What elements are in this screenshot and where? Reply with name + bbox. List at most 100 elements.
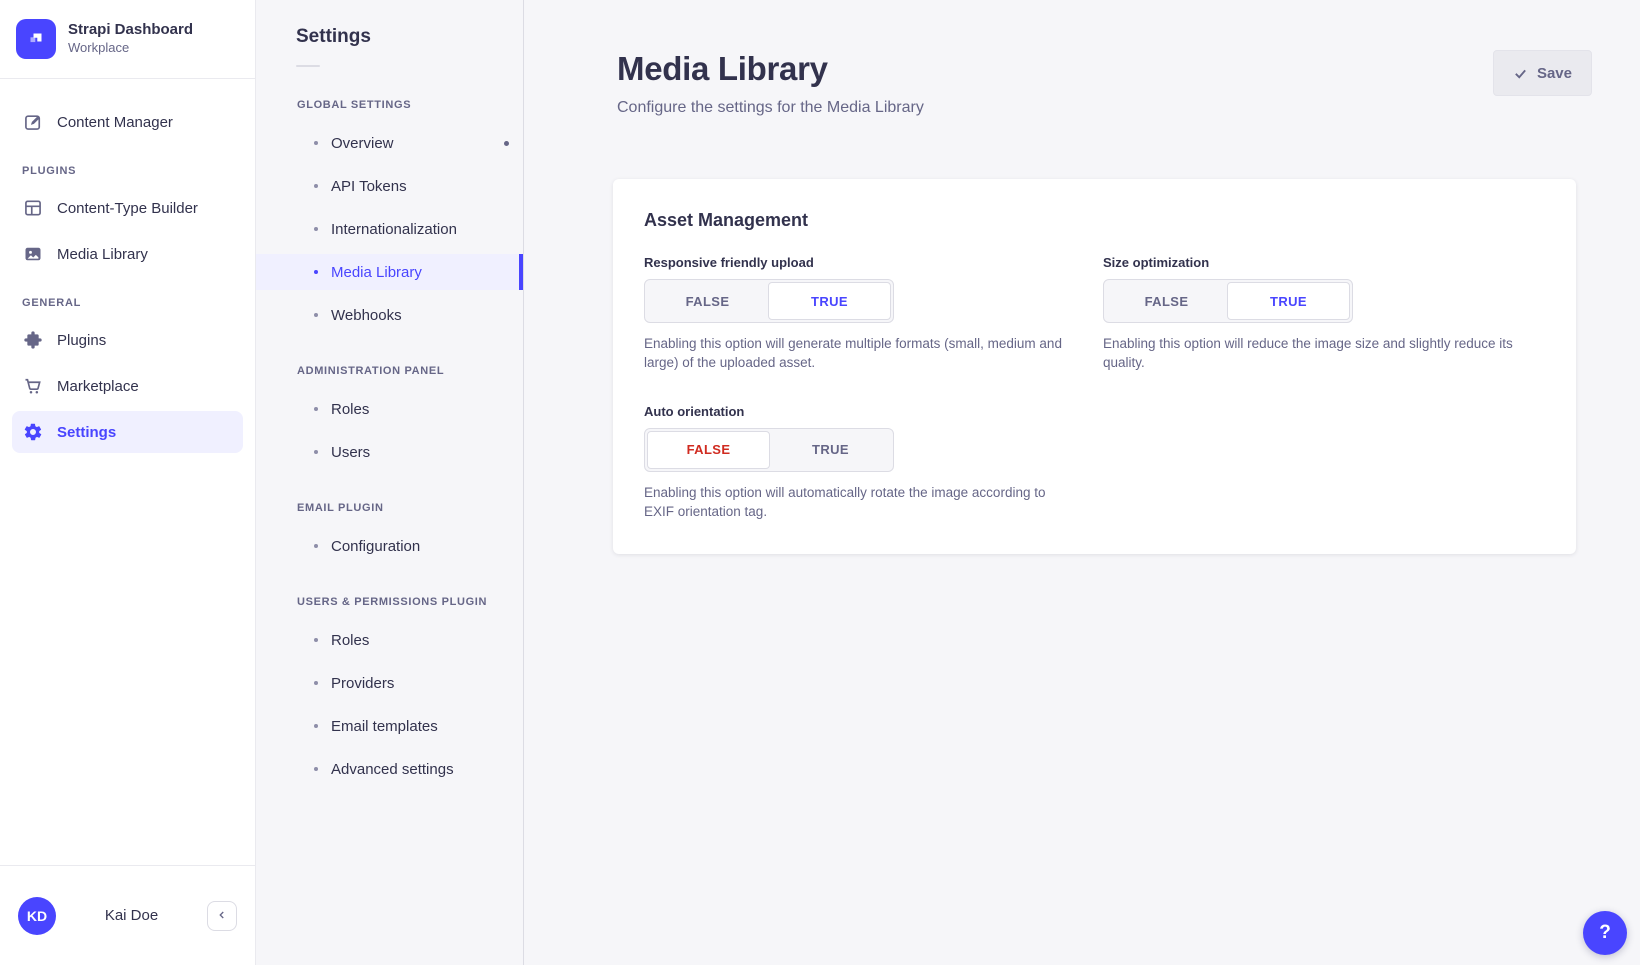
notification-dot-icon bbox=[504, 141, 509, 146]
user-area: KD Kai Doe bbox=[0, 865, 255, 965]
sidebar-item-content-type-builder[interactable]: Content-Type Builder bbox=[12, 187, 243, 229]
field-label: Size optimization bbox=[1103, 255, 1546, 270]
bullet-icon bbox=[314, 638, 318, 642]
bullet-icon bbox=[314, 227, 318, 231]
help-button-label: ? bbox=[1599, 922, 1611, 944]
sidebar-item-label: Marketplace bbox=[57, 378, 139, 395]
field-hint: Enabling this option will automatically … bbox=[644, 484, 1076, 522]
layout-icon bbox=[22, 198, 44, 218]
auto-orientation-toggle[interactable]: FALSE TRUE bbox=[644, 428, 894, 472]
pen-icon bbox=[22, 112, 44, 132]
subnav-item-label: Providers bbox=[331, 675, 394, 692]
gear-icon bbox=[22, 422, 44, 442]
page-title: Media Library bbox=[617, 50, 924, 88]
asset-management-card: Asset Management Responsive friendly upl… bbox=[613, 179, 1576, 554]
sidebar-item-label: Content Manager bbox=[57, 114, 173, 131]
subnav-section-global-settings: GLOBAL SETTINGS Overview API Tokens Inte… bbox=[256, 99, 523, 333]
bullet-icon bbox=[314, 724, 318, 728]
field-hint: Enabling this option will reduce the ima… bbox=[1103, 335, 1535, 373]
subnav-item-webhooks[interactable]: Webhooks bbox=[256, 297, 523, 333]
field-size-optimization: Size optimization FALSE TRUE Enabling th… bbox=[1103, 255, 1546, 373]
bullet-icon bbox=[314, 544, 318, 548]
field-label: Auto orientation bbox=[644, 404, 1087, 419]
brand-title: Strapi Dashboard bbox=[68, 21, 193, 40]
subnav-section-title: EMAIL PLUGIN bbox=[297, 502, 523, 514]
brand-text: Strapi Dashboard Workplace bbox=[68, 21, 193, 57]
brand-workspace: Workplace bbox=[68, 40, 193, 57]
subnav-item-overview[interactable]: Overview bbox=[256, 125, 523, 161]
subnav-item-admin-roles[interactable]: Roles bbox=[256, 391, 523, 427]
subnav-item-label: Configuration bbox=[331, 538, 420, 555]
page-header-text: Media Library Configure the settings for… bbox=[617, 50, 924, 117]
user-name: Kai Doe bbox=[56, 907, 207, 924]
responsive-friendly-upload-toggle[interactable]: FALSE TRUE bbox=[644, 279, 894, 323]
subnav-section-users-permissions: USERS & PERMISSIONS PLUGIN Roles Provide… bbox=[256, 596, 523, 787]
sidebar-item-plugins[interactable]: Plugins bbox=[12, 319, 243, 361]
subnav-item-up-roles[interactable]: Roles bbox=[256, 622, 523, 658]
image-icon bbox=[22, 244, 44, 264]
subnav-item-providers[interactable]: Providers bbox=[256, 665, 523, 701]
page-header: Media Library Configure the settings for… bbox=[524, 0, 1640, 117]
save-button[interactable]: Save bbox=[1493, 50, 1592, 96]
chevron-left-icon bbox=[216, 909, 228, 921]
subnav-item-api-tokens[interactable]: API Tokens bbox=[256, 168, 523, 204]
main-sidebar: Strapi Dashboard Workplace Content Manag… bbox=[0, 0, 256, 965]
sidebar-item-content-manager[interactable]: Content Manager bbox=[12, 101, 243, 143]
bullet-icon bbox=[314, 407, 318, 411]
sidebar-item-settings[interactable]: Settings bbox=[12, 411, 243, 453]
sidebar-item-marketplace[interactable]: Marketplace bbox=[12, 365, 243, 407]
main-content: Media Library Configure the settings for… bbox=[524, 0, 1640, 965]
subnav-item-media-library[interactable]: Media Library bbox=[256, 254, 523, 290]
subnav-item-label: Users bbox=[331, 444, 370, 461]
bullet-icon bbox=[314, 450, 318, 454]
subnav-item-label: Roles bbox=[331, 401, 369, 418]
avatar[interactable]: KD bbox=[18, 897, 56, 935]
divider bbox=[296, 65, 320, 67]
collapse-sidebar-button[interactable] bbox=[207, 901, 237, 931]
sidebar-item-label: Plugins bbox=[57, 332, 106, 349]
toggle-option-false[interactable]: FALSE bbox=[647, 282, 768, 320]
workspace-brand[interactable]: Strapi Dashboard Workplace bbox=[0, 0, 255, 79]
field-hint: Enabling this option will generate multi… bbox=[644, 335, 1076, 373]
bullet-icon bbox=[314, 313, 318, 317]
bullet-icon bbox=[314, 270, 318, 274]
subnav-item-advanced-settings[interactable]: Advanced settings bbox=[256, 751, 523, 787]
subnav-section-title: GLOBAL SETTINGS bbox=[297, 99, 523, 111]
help-button[interactable]: ? bbox=[1583, 911, 1627, 955]
check-icon bbox=[1513, 66, 1528, 81]
strapi-logo-icon bbox=[16, 19, 56, 59]
bullet-icon bbox=[314, 767, 318, 771]
subnav-section-title: ADMINISTRATION PANEL bbox=[297, 365, 523, 377]
toggle-option-false[interactable]: FALSE bbox=[647, 431, 770, 469]
subnav-item-internationalization[interactable]: Internationalization bbox=[256, 211, 523, 247]
subnav-item-label: Media Library bbox=[331, 264, 422, 281]
sidebar-nav: Content Manager PLUGINS Content-Type Bui… bbox=[0, 79, 255, 865]
page-subtitle: Configure the settings for the Media Lib… bbox=[617, 99, 924, 117]
toggle-option-true[interactable]: TRUE bbox=[770, 431, 891, 469]
toggle-option-false[interactable]: FALSE bbox=[1106, 282, 1227, 320]
subnav-item-email-configuration[interactable]: Configuration bbox=[256, 528, 523, 564]
subnav-item-label: Internationalization bbox=[331, 221, 457, 238]
card-title: Asset Management bbox=[644, 210, 1546, 231]
toggle-option-true[interactable]: TRUE bbox=[1227, 282, 1350, 320]
subnav-item-label: Webhooks bbox=[331, 307, 402, 324]
sidebar-section-plugins: PLUGINS bbox=[22, 165, 243, 177]
subnav-item-admin-users[interactable]: Users bbox=[256, 434, 523, 470]
subnav-item-label: Roles bbox=[331, 632, 369, 649]
toggle-option-true[interactable]: TRUE bbox=[768, 282, 891, 320]
sidebar-item-label: Media Library bbox=[57, 246, 148, 263]
settings-subnav: Settings GLOBAL SETTINGS Overview API To… bbox=[256, 0, 524, 965]
subnav-item-label: Email templates bbox=[331, 718, 438, 735]
bullet-icon bbox=[314, 141, 318, 145]
size-optimization-toggle[interactable]: FALSE TRUE bbox=[1103, 279, 1353, 323]
subnav-section-email-plugin: EMAIL PLUGIN Configuration bbox=[256, 502, 523, 564]
bullet-icon bbox=[314, 184, 318, 188]
bullet-icon bbox=[314, 681, 318, 685]
sidebar-item-label: Content-Type Builder bbox=[57, 200, 198, 217]
subnav-item-email-templates[interactable]: Email templates bbox=[256, 708, 523, 744]
fields-grid: Responsive friendly upload FALSE TRUE En… bbox=[644, 255, 1546, 522]
save-button-label: Save bbox=[1537, 65, 1572, 82]
settings-subnav-title: Settings bbox=[296, 26, 523, 48]
sidebar-item-media-library[interactable]: Media Library bbox=[12, 233, 243, 275]
subnav-item-label: Advanced settings bbox=[331, 761, 454, 778]
